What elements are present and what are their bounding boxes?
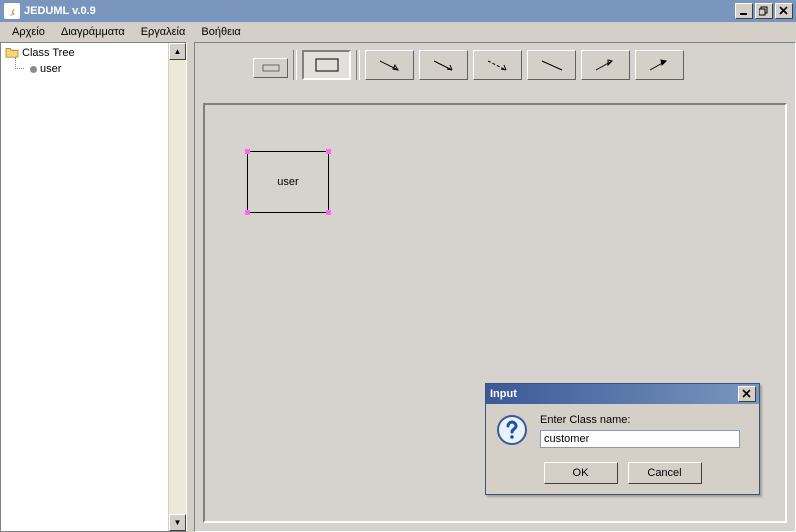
resize-handle-br[interactable] [326,210,331,215]
assoc-arrow-tool[interactable] [365,50,414,80]
question-icon [496,414,528,446]
scroll-down-button[interactable]: ▼ [169,514,186,531]
class-name-input[interactable] [540,430,740,448]
close-button[interactable] [775,3,793,19]
tree-item[interactable]: user [1,61,186,77]
uml-class-label: user [277,176,298,188]
directed-arrow-tool[interactable] [419,50,468,80]
tree-connector-icon [5,61,25,77]
scroll-track[interactable] [169,60,186,514]
dependency-arrow-tool[interactable] [473,50,522,80]
mini-rect-tool[interactable] [253,58,288,78]
dialog-close-button[interactable] [738,386,756,402]
dialog-prompt: Enter Class name: [540,414,749,426]
window-title-bar: JEDUML v.0.9 [0,0,796,22]
minimize-button[interactable] [735,3,753,19]
dialog-title: Input [490,388,738,400]
rect-tool[interactable] [302,50,351,80]
scroll-up-button[interactable]: ▲ [169,43,186,60]
toolbar-separator [356,50,360,80]
menu-file[interactable]: Αρχείο [4,24,53,40]
folder-icon [5,46,19,61]
menu-help[interactable]: Βοήθεια [193,24,248,40]
tree-root-label: Class Tree [22,47,75,59]
dialog-title-bar: Input [486,384,759,404]
realize-arrow-tool[interactable] [635,50,684,80]
input-dialog: Input Enter Class name: [485,383,760,495]
menu-bar: Αρχείο Διαγράμματα Εργαλεία Βοήθεια [0,22,796,42]
uml-class-box[interactable]: user [247,151,329,213]
menu-tools[interactable]: Εργαλεία [133,24,194,40]
resize-handle-bl[interactable] [245,210,250,215]
tree-scrollbar[interactable]: ▲ ▼ [168,43,186,531]
class-tree-panel: Class Tree user ▲ ▼ [0,42,187,532]
split-handle[interactable] [187,42,194,532]
resize-handle-tr[interactable] [326,149,331,154]
generalize-arrow-tool[interactable] [581,50,630,80]
window-controls [735,3,793,19]
window-title: JEDUML v.0.9 [24,5,735,17]
cancel-button[interactable]: Cancel [628,462,702,484]
line-tool[interactable] [527,50,576,80]
tree-item-label: user [40,63,61,75]
tree-root[interactable]: Class Tree [1,45,186,61]
toolbar-separator [293,50,297,80]
resize-handle-tl[interactable] [245,149,250,154]
restore-button[interactable] [755,3,773,19]
class-leaf-icon [30,66,37,73]
diagram-area: user Input [194,42,796,532]
ok-button[interactable]: OK [544,462,618,484]
tool-toolbar [253,50,684,80]
java-app-icon [4,3,20,19]
menu-diagrams[interactable]: Διαγράμματα [53,24,133,40]
